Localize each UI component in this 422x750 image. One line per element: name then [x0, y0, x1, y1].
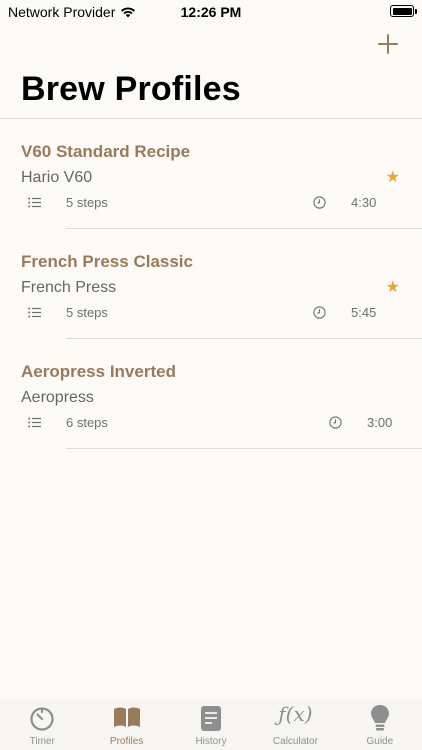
tab-guide[interactable]: Guide — [338, 700, 422, 750]
divider — [66, 448, 422, 449]
page-title: Brew Profiles — [21, 70, 241, 108]
tab-history[interactable]: History — [169, 700, 253, 750]
clock-icon — [313, 306, 326, 319]
list-icon — [28, 417, 41, 428]
profile-row[interactable]: Aeropress Inverted Aeropress 6 steps 3:0… — [0, 339, 422, 449]
profile-duration: 4:30 — [351, 195, 377, 210]
timer-icon — [30, 707, 54, 731]
profile-meta: 5 steps 5:45 — [0, 303, 422, 323]
battery-icon — [390, 5, 417, 17]
tab-label: Guide — [366, 736, 394, 747]
function-icon: ƒ(x) — [278, 702, 313, 726]
profile-steps: 5 steps — [66, 305, 108, 320]
clock-icon — [329, 416, 342, 429]
profile-meta: 6 steps 3:00 — [0, 413, 422, 433]
tab-label: Profiles — [109, 736, 144, 747]
status-bar: Network Provider 12:26 PM — [0, 0, 422, 24]
profile-duration: 3:00 — [367, 415, 393, 430]
clock-icon — [313, 196, 326, 209]
profile-device: French Press — [21, 279, 117, 296]
favorite-star-icon: ★ — [385, 279, 400, 296]
profile-row[interactable]: V60 Standard Recipe Hario V60 ★ 5 steps … — [0, 119, 422, 229]
list-icon — [28, 307, 41, 318]
profile-duration: 5:45 — [351, 305, 377, 320]
profile-row[interactable]: French Press Classic French Press ★ 5 st… — [0, 229, 422, 339]
profile-steps: 5 steps — [66, 195, 108, 210]
document-icon — [201, 706, 222, 731]
profile-name: V60 Standard Recipe — [21, 142, 191, 161]
tab-profiles[interactable]: Profiles — [84, 700, 168, 750]
favorite-star-icon: ★ — [385, 169, 400, 186]
lightbulb-icon — [370, 705, 389, 731]
list-icon — [28, 197, 41, 208]
tab-label: History — [195, 736, 227, 747]
tab-label: Calculator — [272, 736, 318, 747]
tab-timer[interactable]: Timer — [0, 700, 84, 750]
profile-steps: 6 steps — [66, 415, 108, 430]
book-icon — [113, 707, 140, 727]
profile-device: Hario V60 — [21, 169, 93, 186]
plus-icon[interactable] — [376, 32, 400, 56]
profile-name: Aeropress Inverted — [21, 362, 176, 381]
tab-calculator[interactable]: ƒ(x) Calculator — [253, 700, 337, 750]
tab-label: Timer — [29, 736, 55, 747]
tab-bar: Timer Profiles History ƒ(x) Calculator G… — [0, 700, 422, 750]
profile-name: French Press Classic — [21, 252, 193, 271]
profile-list: V60 Standard Recipe Hario V60 ★ 5 steps … — [0, 119, 422, 449]
status-time: 12:26 PM — [180, 4, 242, 20]
profile-device: Aeropress — [21, 389, 94, 406]
profile-meta: 5 steps 4:30 — [0, 193, 422, 213]
